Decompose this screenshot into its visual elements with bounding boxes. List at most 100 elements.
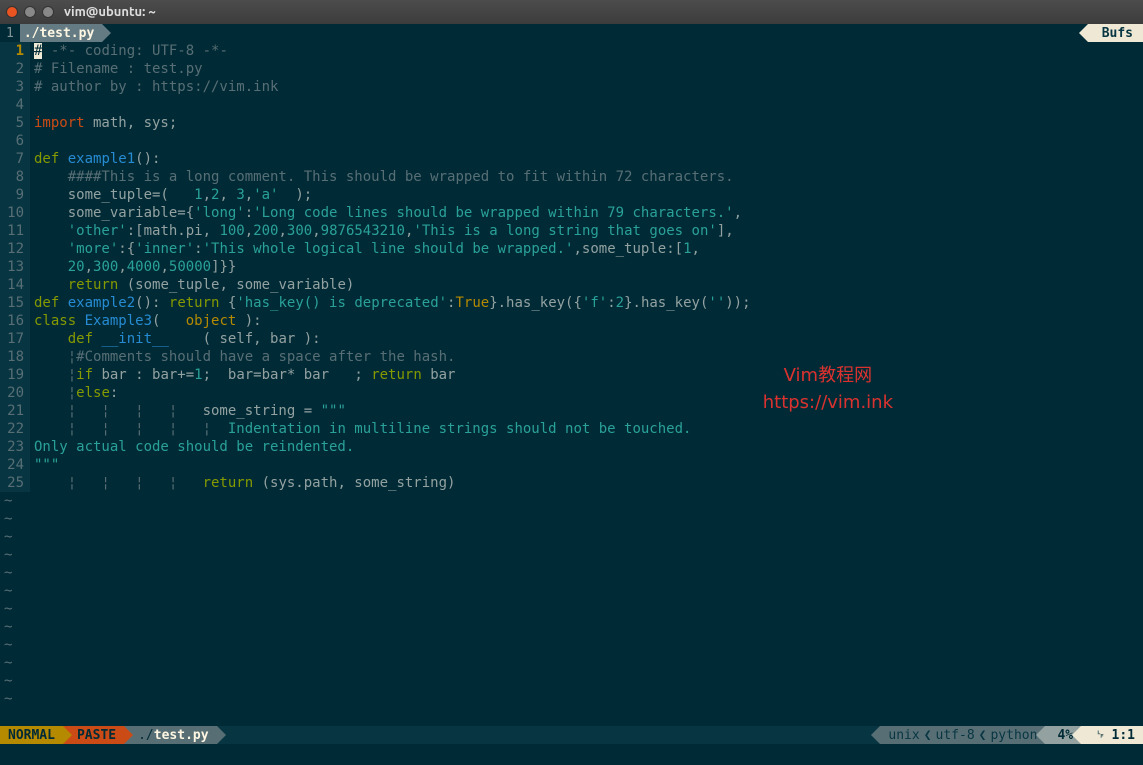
code-line[interactable]: 2# Filename : test.py <box>0 60 1143 78</box>
code-content: some_variable={'long':'Long code lines s… <box>30 204 742 222</box>
gutter-line-number: 25 <box>0 474 30 492</box>
code-content <box>30 132 34 150</box>
gutter-line-number: 11 <box>0 222 30 240</box>
code-line[interactable]: 4 <box>0 96 1143 114</box>
line-number-icon: ␊ <box>1095 728 1105 743</box>
code-line[interactable]: 12 'more':{'inner':'This whole logical l… <box>0 240 1143 258</box>
code-line[interactable]: 13 20,300,4000,50000]}} <box>0 258 1143 276</box>
code-content: 20,300,4000,50000]}} <box>30 258 236 276</box>
separator-icon: ❮ <box>979 728 987 743</box>
code-line[interactable]: 16class Example3( object ): <box>0 312 1143 330</box>
code-content: def example1(): <box>30 150 160 168</box>
gutter-line-number: 13 <box>0 258 30 276</box>
status-paste: PASTE <box>63 726 124 744</box>
empty-line: ~ <box>0 564 1143 582</box>
gutter-line-number: 12 <box>0 240 30 258</box>
code-line[interactable]: 7def example1(): <box>0 150 1143 168</box>
code-content: ¦else: <box>30 384 118 402</box>
gutter-line-number: 3 <box>0 78 30 96</box>
command-line[interactable] <box>0 744 1143 765</box>
code-line[interactable]: 8 ####This is a long comment. This shoul… <box>0 168 1143 186</box>
code-content: ¦if bar : bar+=1; bar=bar* bar ; return … <box>30 366 455 384</box>
close-icon[interactable] <box>6 6 18 18</box>
code-content: def example2(): return {'has_key() is de… <box>30 294 751 312</box>
watermark-title: Vim教程网 <box>763 362 893 389</box>
file-name: test.py <box>154 728 209 743</box>
gutter-line-number: 19 <box>0 366 30 384</box>
code-content: Only actual code should be reindented. <box>30 438 354 456</box>
gutter-line-number: 17 <box>0 330 30 348</box>
gutter-line-number: 4 <box>0 96 30 114</box>
code-content: 'more':{'inner':'This whole logical line… <box>30 240 700 258</box>
status-fill <box>217 726 881 744</box>
code-content <box>30 96 34 114</box>
empty-line: ~ <box>0 672 1143 690</box>
code-line[interactable]: 19 ¦if bar : bar+=1; bar=bar* bar ; retu… <box>0 366 1143 384</box>
gutter-line-number: 1 <box>0 42 30 60</box>
code-content: some_tuple=( 1,2, 3,'a' ); <box>30 186 312 204</box>
tab-index[interactable]: 1 <box>0 24 20 42</box>
empty-line: ~ <box>0 654 1143 672</box>
maximize-icon[interactable] <box>42 6 54 18</box>
code-content: class Example3( object ): <box>30 312 262 330</box>
code-line[interactable]: 14 return (some_tuple, some_variable) <box>0 276 1143 294</box>
status-mode: NORMAL <box>0 726 63 744</box>
empty-line: ~ <box>0 492 1143 510</box>
code-line[interactable]: 20 ¦else: <box>0 384 1143 402</box>
code-content: def __init__ ( self, bar ): <box>30 330 321 348</box>
status-fileinfo: unix ❮ utf-8 ❮ python <box>880 726 1045 744</box>
code-line[interactable]: 11 'other':[math.pi, 100,200,300,9876543… <box>0 222 1143 240</box>
code-line[interactable]: 24""" <box>0 456 1143 474</box>
code-line[interactable]: 18 ¦#Comments should have a space after … <box>0 348 1143 366</box>
gutter-line-number: 7 <box>0 150 30 168</box>
code-content: ####This is a long comment. This should … <box>30 168 734 186</box>
tab-line: 1 ./test.py Bufs <box>0 24 1143 42</box>
gutter-line-number: 14 <box>0 276 30 294</box>
code-line[interactable]: 25 ¦ ¦ ¦ ¦ return (sys.path, some_string… <box>0 474 1143 492</box>
code-line[interactable]: 6 <box>0 132 1143 150</box>
filetype: python <box>990 728 1037 743</box>
empty-line: ~ <box>0 636 1143 654</box>
gutter-line-number: 22 <box>0 420 30 438</box>
empty-line: ~ <box>0 528 1143 546</box>
code-line[interactable]: 22 ¦ ¦ ¦ ¦ ¦ Indentation in multiline st… <box>0 420 1143 438</box>
code-line[interactable]: 5import math, sys; <box>0 114 1143 132</box>
code-line[interactable]: 3# author by : https://vim.ink <box>0 78 1143 96</box>
separator-icon: ❮ <box>924 728 932 743</box>
code-line[interactable]: 9 some_tuple=( 1,2, 3,'a' ); <box>0 186 1143 204</box>
code-line[interactable]: 23Only actual code should be reindented. <box>0 438 1143 456</box>
status-file: ./test.py <box>124 726 216 744</box>
gutter-line-number: 5 <box>0 114 30 132</box>
code-line[interactable]: 15def example2(): return {'has_key() is … <box>0 294 1143 312</box>
file-prefix: ./ <box>138 728 154 743</box>
gutter-line-number: 15 <box>0 294 30 312</box>
gutter-line-number: 2 <box>0 60 30 78</box>
code-content: # Filename : test.py <box>30 60 203 78</box>
empty-line: ~ <box>0 582 1143 600</box>
status-line: NORMAL PASTE ./test.py unix ❮ utf-8 ❮ py… <box>0 726 1143 744</box>
tab-active[interactable]: ./test.py <box>20 24 102 42</box>
code-content: ¦#Comments should have a space after the… <box>30 348 455 366</box>
empty-line: ~ <box>0 546 1143 564</box>
code-line[interactable]: 1# -*- coding: UTF-8 -*- <box>0 42 1143 60</box>
code-line[interactable]: 17 def __init__ ( self, bar ): <box>0 330 1143 348</box>
watermark: Vim教程网 https://vim.ink <box>763 362 893 416</box>
minimize-icon[interactable] <box>24 6 36 18</box>
window-title: vim@ubuntu: ~ <box>64 5 156 19</box>
code-content: # -*- coding: UTF-8 -*- <box>30 42 228 60</box>
bufs-button[interactable]: Bufs <box>1088 24 1143 42</box>
fileformat: unix <box>888 728 919 743</box>
code-line[interactable]: 10 some_variable={'long':'Long code line… <box>0 204 1143 222</box>
code-editor[interactable]: 1# -*- coding: UTF-8 -*-2# Filename : te… <box>0 42 1143 726</box>
status-position: ␊ 1:1 <box>1081 726 1143 744</box>
code-content: ¦ ¦ ¦ ¦ ¦ Indentation in multiline strin… <box>30 420 691 438</box>
gutter-line-number: 6 <box>0 132 30 150</box>
code-content: return (some_tuple, some_variable) <box>30 276 354 294</box>
window-titlebar: vim@ubuntu: ~ <box>0 0 1143 24</box>
empty-line: ~ <box>0 600 1143 618</box>
gutter-line-number: 9 <box>0 186 30 204</box>
gutter-line-number: 18 <box>0 348 30 366</box>
code-line[interactable]: 21 ¦ ¦ ¦ ¦ some_string = """ <box>0 402 1143 420</box>
mode-label: NORMAL <box>8 728 55 743</box>
position-label: 1:1 <box>1112 728 1135 743</box>
